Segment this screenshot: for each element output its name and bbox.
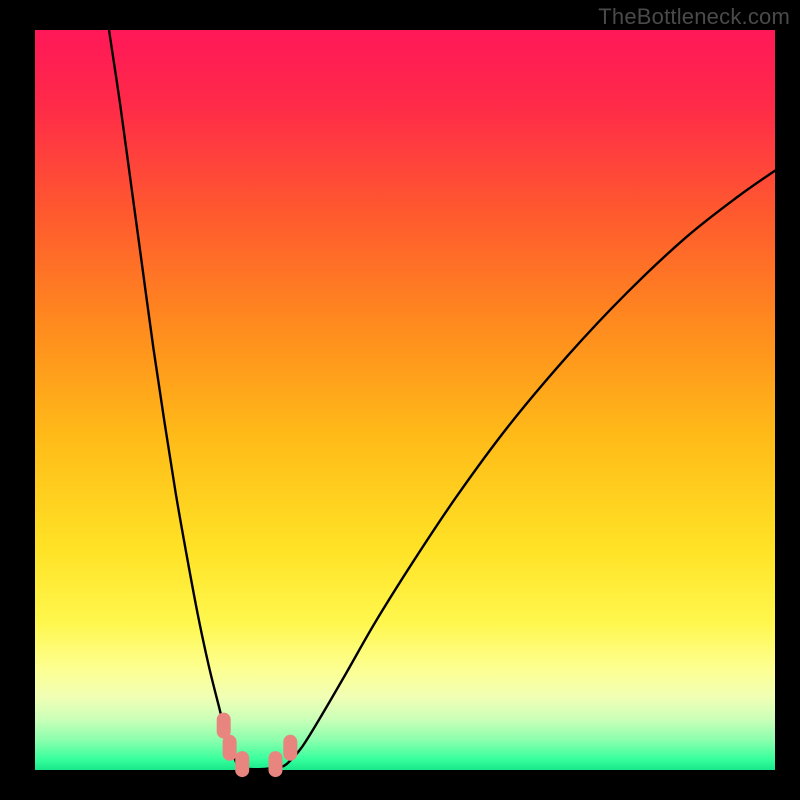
- trough-marker: [283, 735, 297, 761]
- trough-marker: [269, 751, 283, 777]
- watermark-text: TheBottleneck.com: [598, 4, 790, 30]
- trough-marker: [223, 735, 237, 761]
- bottleneck-chart: [0, 0, 800, 800]
- trough-marker: [217, 713, 231, 739]
- chart-root: TheBottleneck.com: [0, 0, 800, 800]
- trough-marker: [235, 751, 249, 777]
- plot-background: [35, 30, 775, 770]
